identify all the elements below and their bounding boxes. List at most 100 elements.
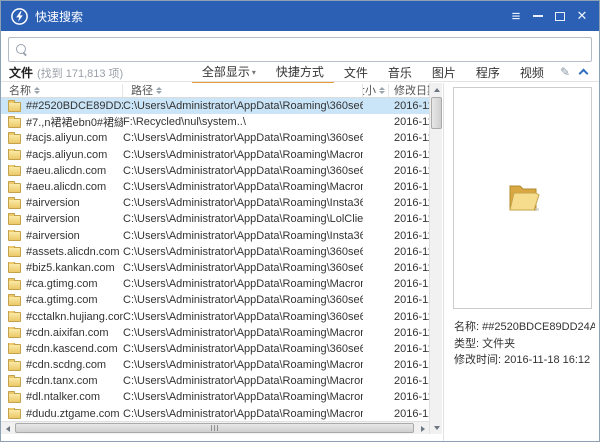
results-label: 文件 (找到 171,813 项) — [9, 64, 123, 81]
arrow-up-icon — [434, 88, 440, 92]
file-name-text: #aeu.alicdn.com — [26, 181, 106, 193]
scroll-grip-icon — [211, 425, 219, 431]
horizontal-scrollbar[interactable] — [1, 421, 429, 434]
file-path-cell: C:\Users\Administrator\AppData\Roaming\3… — [123, 294, 363, 306]
folder-icon — [8, 296, 21, 306]
file-path-cell: C:\Users\Administrator\AppData\Roaming\M… — [123, 408, 363, 420]
vertical-scroll-thumb[interactable] — [431, 97, 442, 129]
file-name-cell: #biz5.kankan.com — [1, 262, 123, 274]
table-row[interactable]: #cdn.tanx.comC:\Users\Administrator\AppD… — [1, 373, 429, 389]
tab-pictures[interactable]: 图片 — [432, 64, 456, 81]
file-path-cell: C:\Users\Administrator\AppData\Roaming\M… — [123, 278, 363, 290]
file-name-cell: #cdn.tanx.com — [1, 375, 123, 387]
file-name-text: #acjs.aliyun.com — [26, 132, 107, 144]
search-icon — [16, 44, 28, 56]
folder-icon — [8, 328, 21, 338]
file-name-text: #cdn.kascend.com — [26, 343, 118, 355]
vertical-scrollbar[interactable] — [429, 83, 442, 434]
tab-shortcuts[interactable]: 快捷方式 — [276, 63, 324, 80]
file-path-cell: C:\Users\Administrator\AppData\Roaming\3… — [123, 132, 363, 144]
table-row[interactable]: #airversionC:\Users\Administrator\AppDat… — [1, 228, 429, 244]
table-row[interactable]: #cctalkn.hujiang.comC:\Users\Administrat… — [1, 308, 429, 324]
file-modified-cell: 2016-11 — [389, 213, 429, 225]
table-row[interactable]: #airversionC:\Users\Administrator\AppDat… — [1, 211, 429, 227]
preview-modified-value: 2016-11-18 16:12 — [504, 354, 590, 366]
table-row[interactable]: #ca.gtimg.com C:\Users\Administrator\AppD… — [1, 276, 429, 292]
file-name-text: ##2520BDCE89DD24A1 — [26, 100, 123, 112]
file-name-text: #airversion — [26, 230, 80, 242]
preview-details: 名称: ##2520BDCE89DD24A1 类型: 文件夹 修改时间: 201… — [454, 319, 595, 369]
horizontal-scroll-thumb[interactable] — [15, 423, 414, 433]
file-name-text: #acjs.aliyun.com — [26, 149, 107, 161]
tab-show-all-label: 全部显示 — [202, 65, 250, 79]
file-name-cell: #cctalkn.hujiang.com — [1, 311, 123, 323]
tab-videos[interactable]: 视频 — [520, 64, 544, 81]
file-modified-cell: 2016-12 — [389, 181, 429, 193]
table-row[interactable]: #aeu.alicdn.comC:\Users\Administrator\Ap… — [1, 179, 429, 195]
file-name-cell: ##2520BDCE89DD24A1 — [1, 100, 123, 112]
file-modified-cell: 2016-11 — [389, 391, 429, 403]
preview-modified-line: 修改时间: 2016-11-18 16:12 — [454, 352, 595, 369]
table-row[interactable]: #ca.gtimg.comC:\Users\Administrator\AppD… — [1, 292, 429, 308]
tab-show-all[interactable]: 全部显示▾ — [202, 63, 256, 80]
table-row[interactable]: #acjs.aliyun.com C:\Users\Administrator\A… — [1, 147, 429, 163]
file-path-cell: C:\Users\Administrator\AppData\Roaming\M… — [123, 391, 363, 403]
file-name-text: #ca.gtimg.com — [26, 278, 98, 290]
table-row[interactable]: #cdn.scdng.comC:\Users\Administrator\App… — [1, 357, 429, 373]
folder-icon — [8, 215, 21, 225]
file-name-cell: #dudu.ztgame.com — [1, 408, 123, 420]
maximize-button[interactable] — [549, 5, 571, 27]
scroll-left-button[interactable] — [1, 422, 14, 435]
active-tab-group: 全部显示▾ 快捷方式 — [192, 63, 334, 84]
column-header-size[interactable]: 大小 — [363, 84, 389, 97]
table-row[interactable]: #dudu.ztgame.comC:\Users\Administrator\A… — [1, 406, 429, 422]
preview-box — [453, 87, 592, 309]
table-row[interactable]: #aeu.alicdn.comC:\Users\Administrator\Ap… — [1, 163, 429, 179]
folder-icon — [8, 312, 21, 322]
table-row[interactable]: #cdn.kascend.comC:\Users\Administrator\A… — [1, 341, 429, 357]
table-row[interactable]: #cdn.aixifan.comC:\Users\Administrator\A… — [1, 325, 429, 341]
close-button[interactable]: ✕ — [571, 5, 593, 27]
table-row[interactable]: #7.,n裙裙ebn0#裙繸...F:\Recycled\nul\system.… — [1, 114, 429, 130]
table-row[interactable]: #airversionC:\Users\Administrator\AppDat… — [1, 195, 429, 211]
table-row[interactable]: ##2520BDCE89DD24A1C:\Users\Administrator… — [1, 98, 429, 114]
tab-programs[interactable]: 程序 — [476, 64, 500, 81]
preview-type-value: 文件夹 — [482, 338, 515, 350]
scroll-down-button[interactable] — [430, 421, 443, 434]
search-box[interactable] — [8, 37, 592, 62]
file-path-cell: C:\Users\Administrator\AppData\Roaming\3… — [123, 100, 363, 112]
table-row[interactable]: #biz5.kankan.comC:\Users\Administrator\A… — [1, 260, 429, 276]
table-row[interactable]: #acjs.aliyun.com C:\Users\Administrator\A… — [1, 130, 429, 146]
table-row[interactable]: #dl.ntalker.comC:\Users\Administrator\Ap… — [1, 389, 429, 405]
file-name-text: #cctalkn.hujiang.com — [26, 311, 123, 323]
app-window: 快速搜索 ≡ ✕ 文件(找到 171,813 项) 全部显示▾ 快捷方式 文件 … — [0, 0, 600, 442]
file-path-cell: C:\Users\Administrator\AppData\Roaming\3… — [123, 311, 363, 323]
file-modified-cell: 2016-11 — [389, 165, 429, 177]
results-prefix: 文件 — [9, 66, 33, 80]
scroll-right-button[interactable] — [416, 422, 429, 435]
file-name-cell: #assets.alicdn.com — [1, 246, 123, 258]
scroll-up-button[interactable] — [430, 83, 443, 96]
column-name-label: 名称 — [9, 84, 31, 97]
table-row[interactable]: #assets.alicdn.comC:\Users\Administrator… — [1, 244, 429, 260]
column-header-path[interactable]: 路径 — [123, 84, 363, 97]
file-path-cell: C:\Users\Administrator\AppData\Roaming\M… — [123, 149, 363, 161]
tab-files[interactable]: 文件 — [344, 64, 368, 81]
results-count: (找到 171,813 项) — [37, 68, 123, 80]
column-header-modified[interactable]: 修改日期 — [389, 84, 429, 97]
column-path-label: 路径 — [131, 84, 153, 97]
menu-icon[interactable]: ≡ — [505, 5, 527, 27]
column-header-name[interactable]: 名称 — [1, 84, 123, 97]
edit-icon[interactable]: ✎ — [560, 65, 570, 79]
file-name-cell: #dl.ntalker.com — [1, 391, 123, 403]
search-input[interactable] — [34, 39, 585, 60]
file-modified-cell: 2016-11 — [389, 132, 429, 144]
file-name-text: #airversion — [26, 197, 80, 209]
chevron-up-icon[interactable] — [579, 69, 589, 79]
tab-music[interactable]: 音乐 — [388, 64, 412, 81]
minimize-button[interactable] — [527, 5, 549, 27]
file-name-cell: #acjs.aliyun.com — [1, 149, 123, 161]
file-name-cell: #aeu.alicdn.com — [1, 181, 123, 193]
file-name-text: #7.,n裙裙ebn0#裙繸... — [26, 114, 123, 130]
preview-type-label: 类型: — [454, 338, 479, 350]
